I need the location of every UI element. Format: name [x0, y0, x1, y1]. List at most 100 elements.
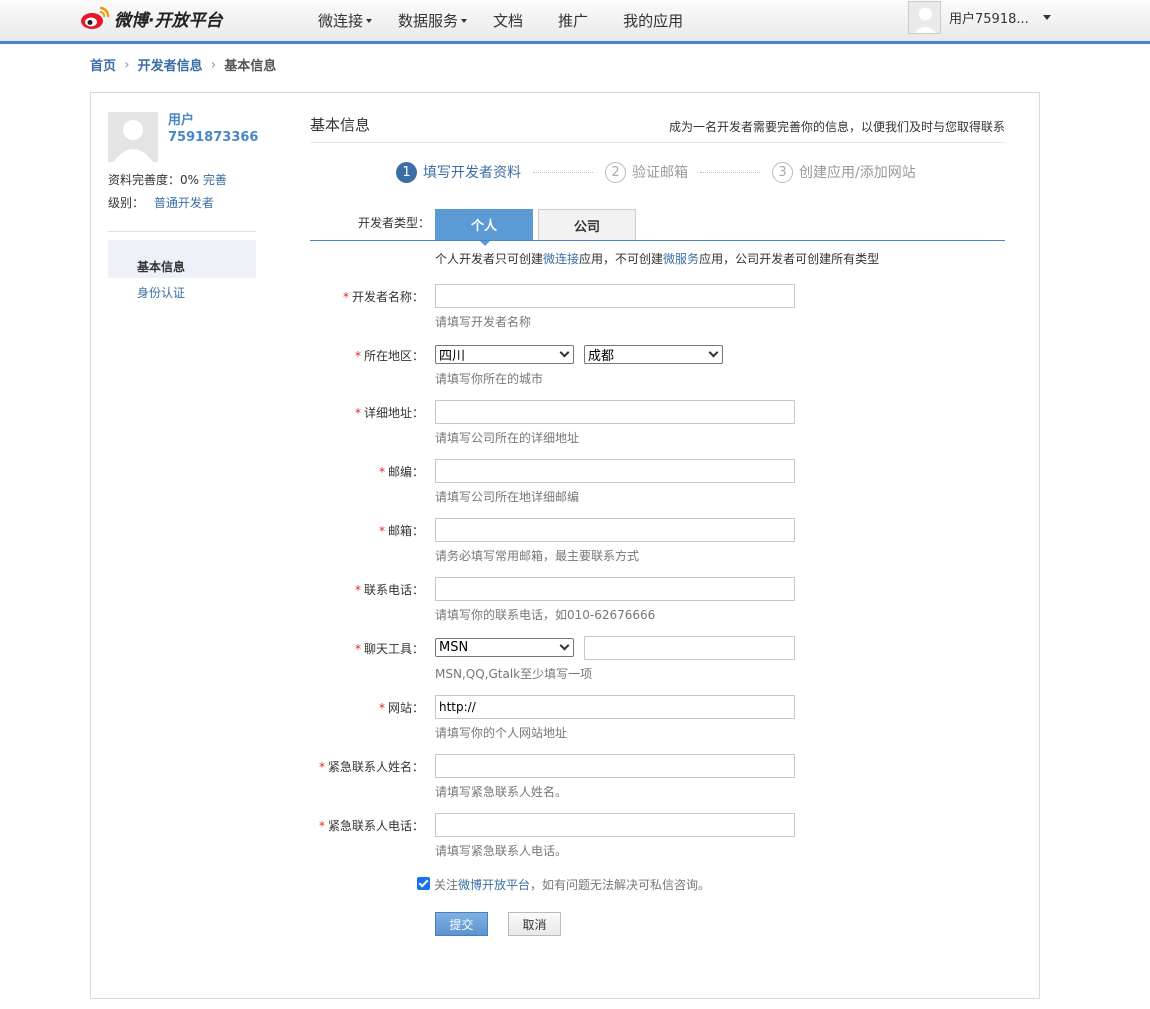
default-avatar-icon — [108, 112, 158, 162]
dev-type-description: 个人开发者只可创建微连接应用，不可创建微服务应用，公司开发者可创建所有类型 — [435, 250, 879, 267]
follow-checkbox[interactable] — [417, 877, 430, 890]
profile-name[interactable]: 用户 7591873366 — [168, 112, 258, 146]
submit-button[interactable]: 提交 — [435, 912, 488, 936]
website-input[interactable]: http:// — [435, 695, 795, 719]
step-connector — [533, 171, 593, 173]
emergency-name-label: * 紧急联系人姓名： — [319, 758, 424, 775]
nav-label: 文档 — [493, 12, 524, 30]
required-mark: * — [318, 760, 325, 774]
sidebar-item-basic-info[interactable]: 基本信息 — [137, 258, 185, 275]
required-mark: * — [378, 701, 385, 715]
nav-my-apps[interactable]: 我的应用 — [623, 10, 683, 31]
weilianjie-link[interactable]: 微连接 — [543, 252, 579, 266]
level-row: 级别： 普通开发者 — [108, 194, 214, 211]
zip-input[interactable] — [435, 459, 795, 483]
breadcrumb: 首页 › 开发者信息 › 基本信息 — [90, 55, 277, 75]
level-value-link[interactable]: 普通开发者 — [154, 196, 214, 210]
address-label-text: 详细地址： — [363, 406, 424, 420]
sidebar-divider — [108, 231, 256, 232]
emergency-phone-label-text: 紧急联系人电话： — [327, 819, 424, 833]
breadcrumb-current: 基本信息 — [224, 59, 277, 74]
completeness-row: 资料完善度：0% 完善 — [108, 171, 227, 188]
address-input[interactable] — [435, 400, 795, 424]
required-mark: * — [342, 290, 349, 304]
progress-steps: 1 填写开发者资料 2 验证邮箱 3 创建应用/添加网站 — [396, 160, 916, 184]
emergency-name-input[interactable] — [435, 754, 795, 778]
region-label-text: 所在地区： — [363, 349, 424, 363]
nav-label: 微连接 — [318, 12, 364, 30]
nav-weilianjie[interactable]: 微连接 — [318, 10, 373, 31]
tab-company[interactable]: 公司 — [538, 209, 636, 240]
cancel-button[interactable]: 取消 — [508, 912, 561, 936]
completeness-label: 资料完善度：0% — [108, 173, 200, 187]
dev-name-input[interactable] — [435, 284, 795, 308]
complete-link[interactable]: 完善 — [203, 173, 227, 187]
nav-label: 数据服务 — [398, 12, 459, 30]
phone-label: * 联系电话： — [355, 581, 424, 598]
chat-label-text: 聊天工具： — [363, 642, 424, 656]
step-3-label: 创建应用/添加网站 — [799, 165, 916, 181]
weifuwu-link[interactable]: 微服务 — [663, 252, 699, 266]
nav-label: 推广 — [558, 12, 589, 30]
chevron-down-icon — [1043, 14, 1051, 20]
province-select[interactable]: 四川 — [435, 345, 574, 364]
zip-hint: 请填写公司所在地详细邮编 — [435, 490, 580, 504]
emergency-phone-hint: 请填写紧急联系人电话。 — [435, 844, 568, 858]
chevron-right-icon: › — [210, 56, 217, 73]
required-mark: * — [318, 819, 325, 833]
dev-name-label: * 开发者名称： — [343, 288, 424, 305]
chat-tool-value: MSN — [439, 640, 469, 655]
weibo-open-platform-link[interactable]: 微博开放平台 — [458, 878, 530, 892]
required-mark: * — [354, 406, 361, 420]
title-divider — [310, 142, 1005, 143]
chevron-down-icon — [366, 18, 373, 23]
tab-personal[interactable]: 个人 — [435, 209, 533, 246]
page-tip: 成为一名开发者需要完善你的信息，以便我们及时与您取得联系 — [668, 120, 1005, 134]
step-1-number: 1 — [396, 161, 417, 183]
page-title: 基本信息 — [310, 116, 371, 134]
chat-account-input[interactable] — [584, 636, 795, 660]
default-avatar-icon — [909, 1, 940, 33]
emergency-phone-label: * 紧急联系人电话： — [319, 817, 424, 834]
step-2-number: 2 — [605, 161, 626, 183]
nav-docs[interactable]: 文档 — [493, 10, 523, 31]
step-3-number: 3 — [772, 161, 793, 183]
chevron-down-icon — [461, 18, 468, 23]
chat-label: * 聊天工具： — [355, 640, 424, 657]
email-label-text: 邮箱： — [387, 524, 424, 538]
nav-promotion[interactable]: 推广 — [558, 10, 588, 31]
required-mark: * — [378, 465, 385, 479]
user-name: 用户75918... — [949, 11, 1029, 27]
nav-data-service[interactable]: 数据服务 — [398, 10, 468, 31]
chevron-right-icon: › — [124, 56, 130, 73]
emergency-name-hint: 请填写紧急联系人姓名。 — [435, 785, 568, 799]
chevron-down-icon — [708, 347, 719, 358]
emergency-phone-input[interactable] — [435, 813, 795, 837]
step-1-label: 填写开发者资料 — [423, 165, 521, 181]
province-value: 四川 — [439, 349, 466, 364]
follow-text-post: ，如有问题无法解决可私信咨询。 — [530, 878, 711, 892]
city-select[interactable]: 成都 — [584, 345, 723, 364]
type-desc-text: 个人开发者只可创建 — [435, 252, 544, 266]
chat-hint: MSN,QQ,Gtalk至少填写一项 — [435, 667, 593, 681]
email-hint: 请务必填写常用邮箱，最主要联系方式 — [435, 549, 640, 563]
phone-label-text: 联系电话： — [363, 583, 424, 597]
nav-label: 我的应用 — [623, 12, 684, 30]
weibo-logo[interactable]: 微博·开放平台 — [80, 4, 222, 32]
phone-input[interactable] — [435, 577, 795, 601]
profile-avatar — [108, 112, 158, 162]
website-label-text: 网站： — [387, 701, 424, 715]
email-input[interactable] — [435, 518, 795, 542]
breadcrumb-home[interactable]: 首页 — [90, 55, 116, 74]
dev-type-label: 开发者类型： — [358, 216, 431, 230]
required-mark: * — [354, 642, 361, 656]
city-value: 成都 — [588, 349, 615, 364]
sidebar-item-identity[interactable]: 身份认证 — [137, 284, 185, 301]
user-menu[interactable]: 用户75918... — [908, 0, 1051, 34]
address-hint: 请填写公司所在的详细地址 — [435, 431, 580, 445]
breadcrumb-developer-info[interactable]: 开发者信息 — [138, 55, 203, 74]
avatar — [908, 0, 941, 34]
required-mark: * — [354, 583, 361, 597]
chat-tool-select[interactable]: MSN — [435, 638, 574, 657]
main-nav: 微连接 数据服务 文档 推广 我的应用 — [318, 0, 709, 41]
